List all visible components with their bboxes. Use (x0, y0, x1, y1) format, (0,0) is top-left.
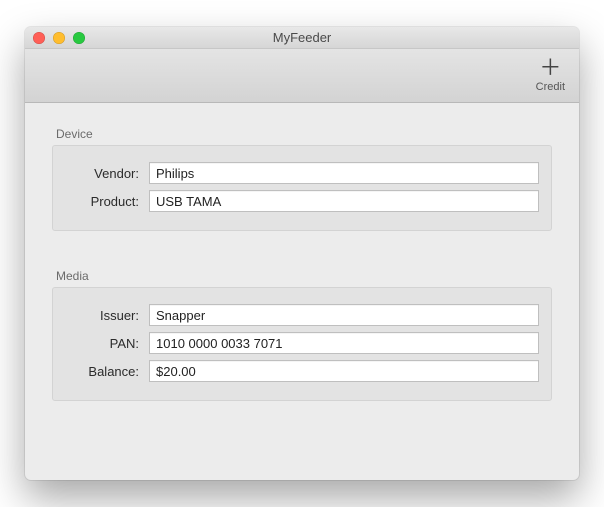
vendor-label: Vendor: (65, 166, 149, 181)
credit-button-label: Credit (536, 81, 565, 93)
balance-field[interactable] (149, 360, 539, 382)
minimize-icon[interactable] (53, 32, 65, 44)
vendor-field[interactable] (149, 162, 539, 184)
window-controls (33, 32, 85, 44)
app-window: MyFeeder ＋ Credit Device Vendor: Product… (25, 27, 579, 480)
pan-label: PAN: (65, 336, 149, 351)
issuer-field[interactable] (149, 304, 539, 326)
content-area: Device Vendor: Product: Media Issuer: PA… (25, 103, 579, 480)
pan-row: PAN: (65, 332, 539, 354)
product-field[interactable] (149, 190, 539, 212)
window-title: MyFeeder (25, 30, 579, 45)
pan-field[interactable] (149, 332, 539, 354)
plus-icon: ＋ (539, 57, 561, 79)
balance-row: Balance: (65, 360, 539, 382)
product-label: Product: (65, 194, 149, 209)
zoom-icon[interactable] (73, 32, 85, 44)
titlebar: MyFeeder (25, 27, 579, 49)
toolbar: ＋ Credit (25, 49, 579, 103)
close-icon[interactable] (33, 32, 45, 44)
product-row: Product: (65, 190, 539, 212)
media-section-title: Media (56, 269, 552, 283)
credit-button[interactable]: ＋ Credit (536, 57, 565, 93)
device-section-title: Device (56, 127, 552, 141)
issuer-row: Issuer: (65, 304, 539, 326)
vendor-row: Vendor: (65, 162, 539, 184)
issuer-label: Issuer: (65, 308, 149, 323)
device-group: Vendor: Product: (52, 145, 552, 231)
media-group: Issuer: PAN: Balance: (52, 287, 552, 401)
balance-label: Balance: (65, 364, 149, 379)
